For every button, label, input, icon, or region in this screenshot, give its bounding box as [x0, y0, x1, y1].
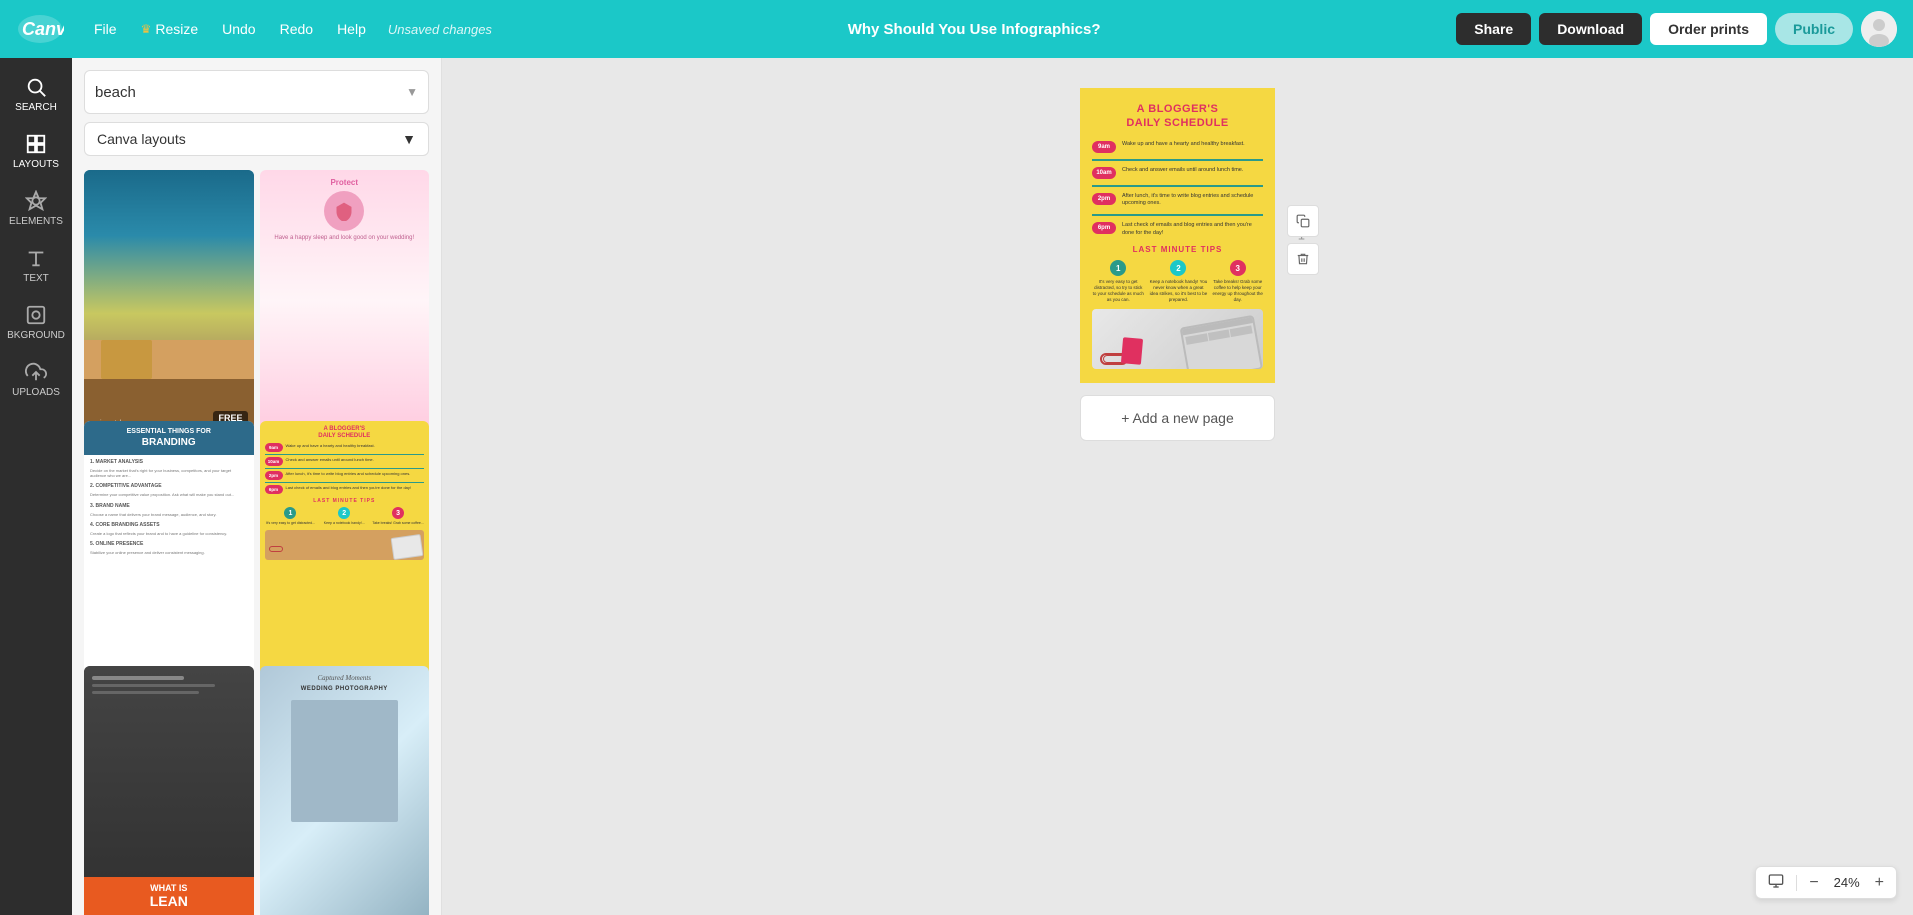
- time-badge-10am: 10am: [1092, 167, 1116, 179]
- timeline-item-9am: 9am Wake up and have a hearty and health…: [1092, 141, 1263, 153]
- resize-menu[interactable]: ♛ Resize: [131, 15, 209, 43]
- svg-text:Canva: Canva: [22, 19, 64, 39]
- sidebar-label-text: TEXT: [23, 273, 49, 284]
- sidebar-item-elements[interactable]: ELEMENTS: [0, 180, 72, 237]
- timeline-item-2pm: 2pm After lunch, it's time to write blog…: [1092, 193, 1263, 208]
- zoom-level: 24%: [1831, 875, 1863, 890]
- tip-num-2: 2: [1170, 260, 1186, 276]
- time-text-2pm: After lunch, it's time to write blog ent…: [1122, 193, 1263, 208]
- canva-logo[interactable]: Canva: [16, 13, 64, 45]
- layout-filter: Canva layouts ▼: [72, 122, 441, 166]
- header-actions: Share Download Order prints Public: [1456, 11, 1897, 47]
- tip-num-1: 1: [1110, 260, 1126, 276]
- tip-2: 2 Keep a notebook handy! You never know …: [1148, 260, 1208, 302]
- sidebar-item-uploads[interactable]: UPLOADS: [0, 351, 72, 408]
- thumbnail-branding[interactable]: ESSENTIAL THINGS FORBRANDING 1. MARKET A…: [84, 421, 254, 682]
- sidebar-label-background: BKGROUND: [7, 330, 65, 341]
- search-input[interactable]: [95, 84, 406, 101]
- sidebar-label-layouts: LAYOUTS: [13, 159, 59, 170]
- tip-text-3: Take breaks! Grab some coffee to help ke…: [1212, 279, 1263, 302]
- timeline-item-10am: 10am Check and answer emails until aroun…: [1092, 167, 1263, 179]
- thumbnail-blogger[interactable]: A BLOGGER'SDAILY SCHEDULE 9am Wake up an…: [260, 421, 430, 682]
- order-prints-button[interactable]: Order prints: [1650, 13, 1767, 45]
- tips-row: 1 It's very easy to get distracted, so t…: [1092, 260, 1263, 302]
- crown-icon: ♛: [141, 22, 152, 36]
- sidebar-label-search: SEARCH: [15, 102, 57, 113]
- canvas-area: A BLOGGER'SDAILY SCHEDULE 9am Wake up an…: [442, 58, 1913, 915]
- presentation-button[interactable]: [1764, 871, 1788, 894]
- canvas-tool-delete[interactable]: [1287, 243, 1319, 275]
- time-text-10am: Check and answer emails until around lun…: [1122, 167, 1243, 175]
- canvas-tool-copy[interactable]: [1287, 205, 1319, 237]
- zoom-controls: − 24% +: [1755, 866, 1897, 899]
- infographic-bottom-image: [1092, 309, 1263, 369]
- thumbnail-photography[interactable]: Captured Moments WEDDING PHOTOGRAPHY: [260, 666, 430, 915]
- redo-menu[interactable]: Redo: [270, 15, 323, 43]
- tip-text-2: Keep a notebook handy! You never know wh…: [1148, 279, 1208, 302]
- time-badge-9am: 9am: [1092, 141, 1116, 153]
- share-button[interactable]: Share: [1456, 13, 1531, 45]
- document-title: Why Should You Use Infographics?: [848, 21, 1101, 38]
- sidebar-icons: SEARCH LAYOUTS ELEMENTS TEXT: [0, 58, 72, 915]
- header-center: Why Should You Use Infographics?: [504, 21, 1444, 38]
- time-badge-6pm: 6pm: [1092, 222, 1116, 234]
- thumbnail-lean[interactable]: WHAT ISLEAN: [84, 666, 254, 915]
- header-nav: File ♛ Resize Undo Redo Help Unsaved cha…: [84, 15, 492, 43]
- help-menu[interactable]: Help: [327, 15, 376, 43]
- thumbnail-beach[interactable]: FREE marinwatch.com: [84, 170, 254, 431]
- unsaved-indicator: Unsaved changes: [388, 22, 492, 37]
- zoom-in-button[interactable]: +: [1871, 872, 1888, 894]
- sidebar-label-elements: ELEMENTS: [9, 216, 63, 227]
- canvas-page: A BLOGGER'SDAILY SCHEDULE 9am Wake up an…: [1080, 88, 1275, 383]
- sidebar-label-uploads: UPLOADS: [12, 387, 60, 398]
- tip-3: 3 Take breaks! Grab some coffee to help …: [1212, 260, 1263, 302]
- tip-num-3: 3: [1230, 260, 1246, 276]
- left-panel: ▼ Canva layouts ▼ FREE marinwatch.com: [72, 58, 442, 915]
- undo-menu[interactable]: Undo: [212, 15, 265, 43]
- thumbnail-grid: FREE marinwatch.com Protect Have a happy…: [72, 166, 441, 915]
- download-button[interactable]: Download: [1539, 13, 1642, 45]
- sidebar-item-background[interactable]: BKGROUND: [0, 294, 72, 351]
- time-text-6pm: Last check of emails and blog entries an…: [1122, 222, 1263, 237]
- layout-filter-button[interactable]: Canva layouts ▼: [84, 122, 429, 156]
- infographic-title: A BLOGGER'SDAILY SCHEDULE: [1092, 102, 1263, 131]
- filter-dropdown-arrow: ▼: [402, 131, 416, 147]
- header: Canva File ♛ Resize Undo Redo Help Unsav…: [0, 0, 1913, 58]
- timeline-item-6pm: 6pm Last check of emails and blog entrie…: [1092, 222, 1263, 237]
- thumbnail-wedding[interactable]: Protect Have a happy sleep and look good…: [260, 170, 430, 431]
- zoom-out-button[interactable]: −: [1805, 872, 1822, 894]
- time-badge-2pm: 2pm: [1092, 193, 1116, 205]
- sidebar-item-search[interactable]: SEARCH: [0, 66, 72, 123]
- time-text-9am: Wake up and have a hearty and healthy br…: [1122, 141, 1245, 149]
- layout-filter-label: Canva layouts: [97, 131, 186, 147]
- search-dropdown-arrow[interactable]: ▼: [406, 85, 418, 99]
- tip-text-1: It's very easy to get distracted, so try…: [1092, 279, 1144, 302]
- zoom-divider: [1796, 875, 1797, 891]
- infographic: A BLOGGER'SDAILY SCHEDULE 9am Wake up an…: [1080, 88, 1275, 383]
- add-page-button[interactable]: + Add a new page: [1080, 395, 1275, 441]
- public-button[interactable]: Public: [1775, 13, 1853, 45]
- file-menu[interactable]: File: [84, 15, 127, 43]
- sidebar-item-layouts[interactable]: LAYOUTS: [0, 123, 72, 180]
- tip-1: 1 It's very easy to get distracted, so t…: [1092, 260, 1144, 302]
- search-input-wrapper: ▼: [84, 70, 429, 114]
- sidebar-item-text[interactable]: TEXT: [0, 237, 72, 294]
- main-layout: SEARCH LAYOUTS ELEMENTS TEXT: [0, 58, 1913, 915]
- last-tips-title: LAST MINUTE TIPS: [1092, 245, 1263, 254]
- avatar[interactable]: [1861, 11, 1897, 47]
- canvas-tools: [1287, 205, 1319, 275]
- search-bar: ▼: [72, 58, 441, 122]
